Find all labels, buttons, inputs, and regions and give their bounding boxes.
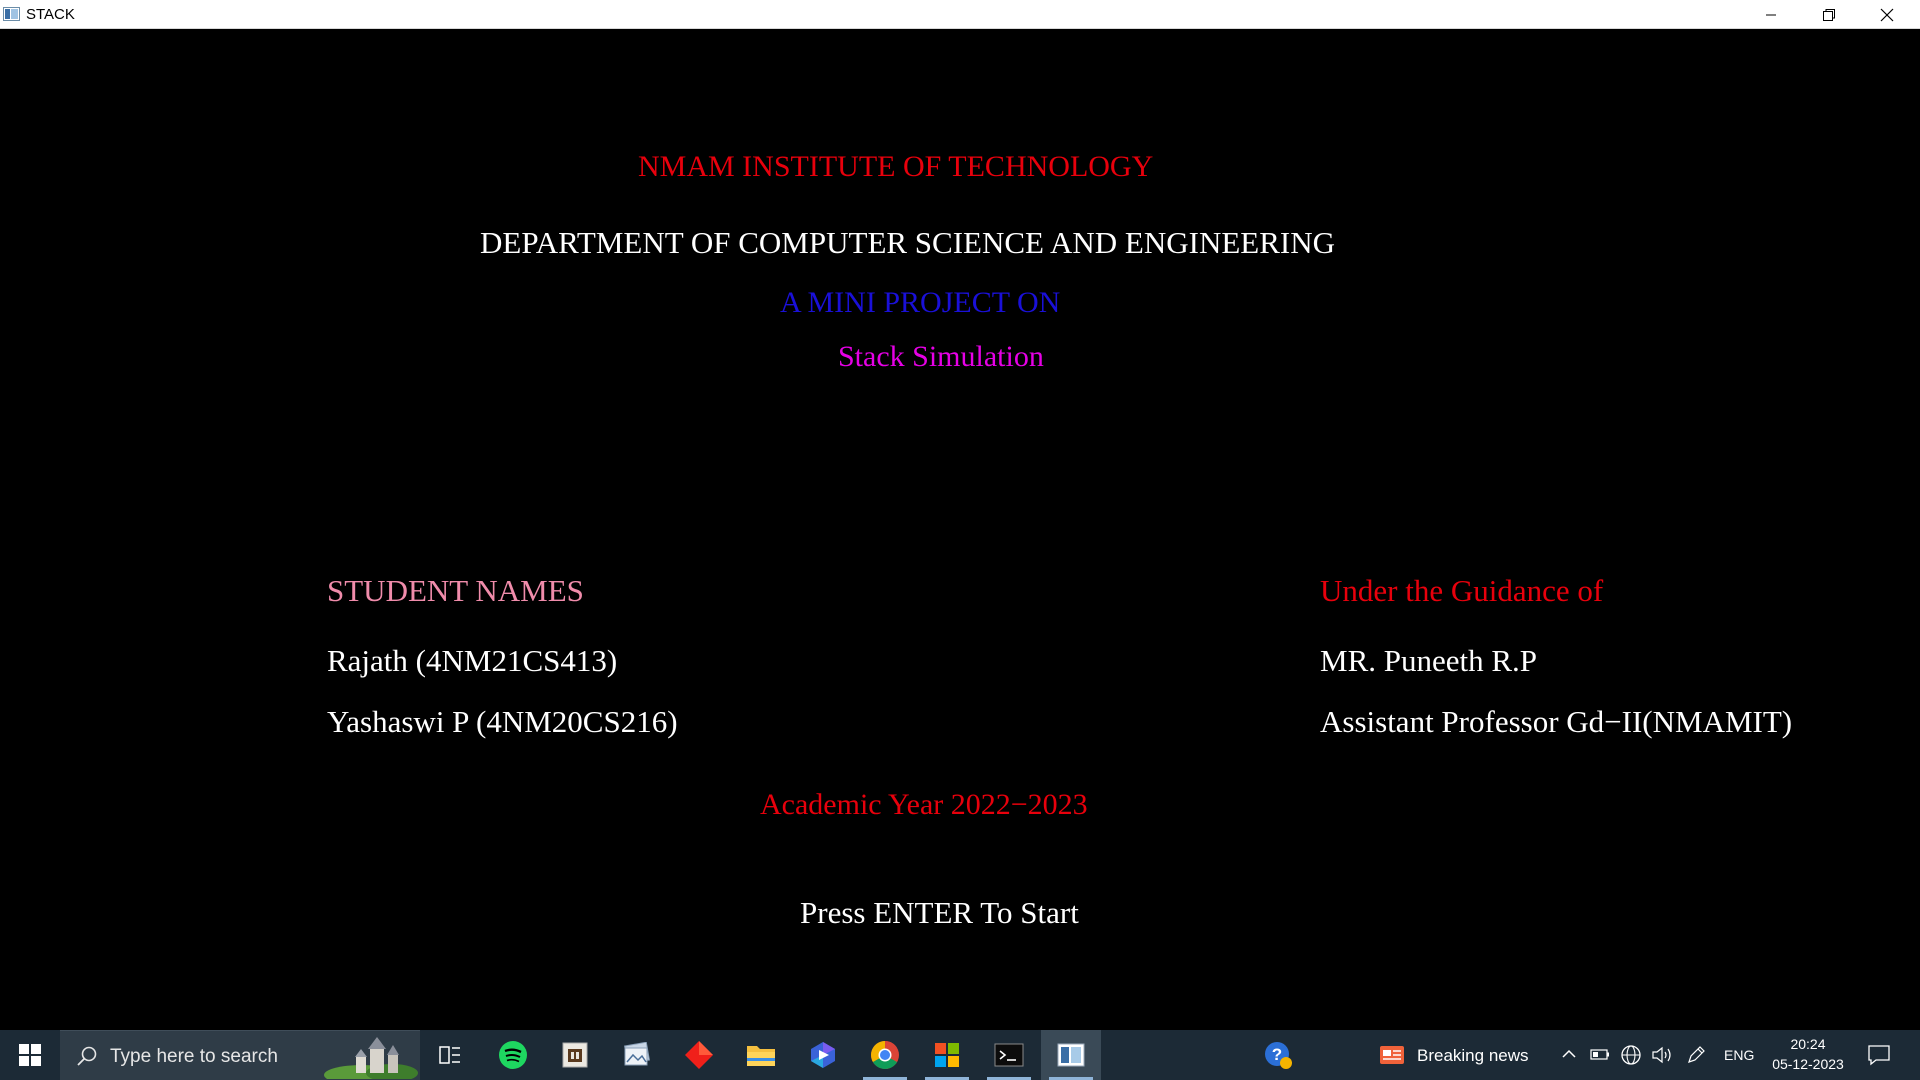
help-icon: ? [1265,1042,1292,1069]
pen-menu[interactable] [1685,1044,1707,1071]
institute-name: NMAM INSTITUTE OF TECHNOLOGY [638,150,1154,183]
title-bar: STACK [0,0,1920,29]
project-heading: A MINI PROJECT ON [780,286,1061,319]
red-diamond-app-icon [685,1041,713,1069]
clock-date: 05-12-2023 [1772,1056,1844,1072]
stack-app-icon [1057,1043,1085,1067]
minimize-icon [1766,14,1776,15]
language-indicator[interactable]: ENG [1724,1047,1754,1063]
photos-button[interactable] [607,1030,667,1080]
student-name: Rajath (4NM21CS413) [327,643,618,678]
help-button[interactable]: ? [1248,1030,1308,1080]
file-explorer-icon [747,1046,775,1066]
globe-icon [1621,1045,1641,1065]
app-icon [562,1042,588,1068]
news-icon [1380,1046,1404,1064]
clock-time: 20:24 [1790,1036,1826,1052]
tray-overflow-button[interactable] [1560,1045,1578,1068]
minimize-button[interactable] [1742,0,1800,29]
guide-name: MR. Puneeth R.P [1320,643,1538,678]
speaker-icon [1652,1046,1671,1064]
search-box[interactable]: Type here to search [60,1030,420,1080]
notification-icon [1868,1045,1890,1066]
search-placeholder: Type here to search [110,1046,278,1067]
window-title: STACK [26,6,75,23]
app-button[interactable] [545,1030,605,1080]
close-button[interactable] [1858,0,1916,29]
task-view-icon [439,1046,460,1064]
chevron-up-icon [1562,1049,1576,1058]
terminal-icon [994,1043,1024,1067]
start-prompt: Press ENTER To Start [800,895,1079,930]
academic-year: Academic Year 2022−2023 [760,788,1088,821]
copilot-button[interactable] [793,1030,853,1080]
restore-icon [1823,8,1835,21]
close-icon [1880,8,1894,21]
restore-button[interactable] [1800,0,1858,29]
clock[interactable]: 20:24 05-12-2023 [1768,1034,1848,1074]
student-name: Yashaswi P (4NM20CS216) [327,704,678,739]
department-name: DEPARTMENT OF COMPUTER SCIENCE AND ENGIN… [480,225,1335,260]
guidance-heading: Under the Guidance of [1320,573,1604,608]
taskbar: Type here to search ? Breaking news ENG … [0,1030,1920,1080]
pen-icon [1688,1046,1705,1063]
project-title: Stack Simulation [838,340,1044,373]
students-heading: STUDENT NAMES [327,573,584,608]
file-explorer-button[interactable] [731,1030,791,1080]
battery-icon [1590,1049,1609,1060]
chrome-button[interactable] [855,1030,915,1080]
search-icon [77,1046,97,1066]
guide-title: Assistant Professor Gd−II(NMAMIT) [1320,704,1793,739]
notifications-button[interactable] [1866,1042,1892,1073]
terminal-button[interactable] [979,1030,1039,1080]
start-button[interactable] [0,1030,60,1080]
spotify-icon [499,1041,527,1069]
network-indicator[interactable] [1620,1044,1642,1071]
copilot-icon [811,1042,835,1068]
photos-icon [624,1042,650,1066]
news-widget[interactable]: Breaking news [1376,1030,1536,1080]
stack-app-button[interactable] [1041,1030,1101,1080]
search-highlight-icon [324,1037,418,1079]
microsoft-store-icon [935,1043,959,1067]
volume-indicator[interactable] [1651,1044,1673,1071]
spotify-button[interactable] [483,1030,543,1080]
chrome-icon [871,1041,899,1069]
news-label: Breaking news [1417,1046,1529,1065]
app-icon [3,7,20,21]
windows-logo-icon [19,1044,41,1066]
store-button[interactable] [917,1030,977,1080]
red-app-button[interactable] [669,1030,729,1080]
battery-indicator[interactable] [1590,1046,1610,1067]
task-view-button[interactable] [420,1030,480,1080]
